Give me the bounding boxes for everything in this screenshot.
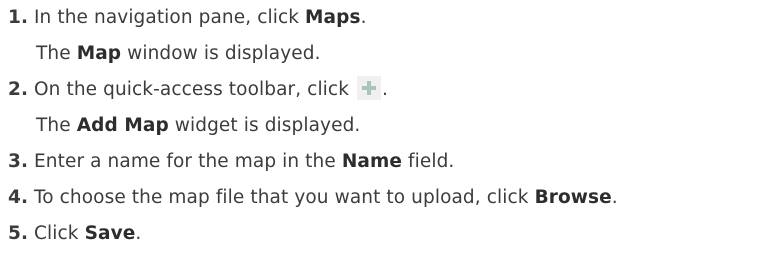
step-number: 3. [8,151,29,172]
result-text: widget is displayed. [168,115,361,136]
step-punctuation: . [360,7,367,28]
step-1-result: The Map window is displayed. [8,36,771,72]
step-5: 5. Click Save. [8,216,771,252]
step-number: 1. [8,7,29,28]
step-number: 5. [8,223,29,244]
step-number: 2. [8,79,29,100]
step-2-result: The Add Map widget is displayed. [8,108,771,144]
step-2: 2. On the quick-access toolbar, click . [8,72,771,108]
ui-term-save: Save [84,223,136,244]
step-number: 4. [8,187,29,208]
ui-term-maps: Maps [305,7,361,28]
step-punctuation: . [135,223,142,244]
step-text: Enter a name for the map in the [34,151,342,172]
ui-term-map: Map [76,43,122,64]
step-punctuation: . [382,79,388,100]
step-text: To choose the map file that you want to … [34,187,535,208]
ui-term-add-map: Add Map [76,115,169,136]
result-text: window is displayed. [121,43,321,64]
result-text: The [36,115,77,136]
step-1: 1. In the navigation pane, click Maps. [8,0,771,36]
ui-term-browse: Browse [534,187,612,208]
step-text: On the quick-access toolbar, click [34,79,355,100]
result-text: The [36,43,77,64]
step-text: field. [402,151,455,172]
step-3: 3. Enter a name for the map in the Name f… [8,144,771,180]
ui-term-name: Name [341,151,403,172]
procedure-steps: 1. In the navigation pane, click Maps. Th… [8,0,771,252]
step-4: 4. To choose the map file that you want t… [8,180,771,216]
step-text: Click [34,223,85,244]
step-punctuation: . [611,187,618,208]
step-text: In the navigation pane, click [34,7,306,28]
plus-icon [357,76,381,100]
